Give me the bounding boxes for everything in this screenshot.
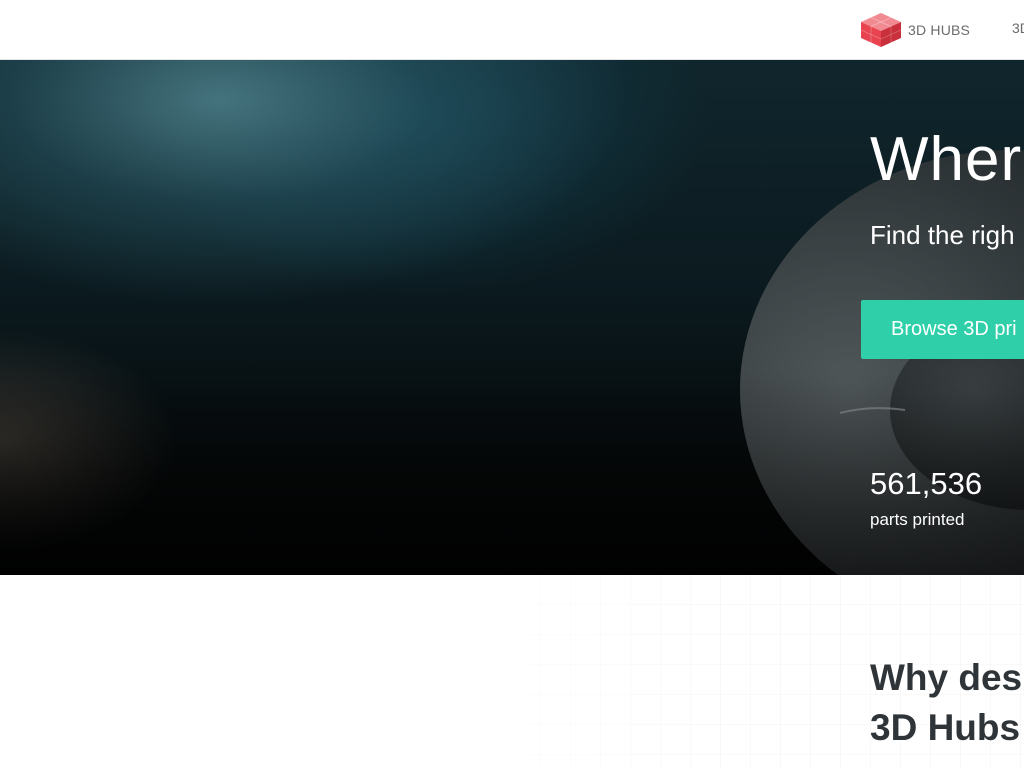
page: 3D HUBS 3D Wher Find the righ [0, 0, 1024, 768]
parts-printed-count: 561,536 [870, 466, 983, 501]
why-section-heading: Why des 3D Hubs [870, 653, 1022, 753]
why-heading-line-2: 3D Hubs [870, 707, 1021, 748]
browse-3d-printers-button[interactable]: Browse 3D pri [861, 300, 1024, 359]
logo-text: 3D HUBS [908, 22, 971, 38]
why-heading-line-1: Why des [870, 657, 1023, 698]
logo-link[interactable]: 3D HUBS [860, 12, 970, 48]
parts-printed-label: parts printed [870, 510, 965, 529]
top-nav: 3D HUBS 3D [0, 0, 1024, 60]
hero-subtitle: Find the righ [870, 220, 1015, 250]
nav-link-3d[interactable]: 3D [1012, 20, 1024, 36]
hero-banner: Wher Find the righ Browse 3D pri 561,536… [0, 60, 1024, 575]
hero-title: Wher [870, 125, 1023, 194]
hub-cube-icon [860, 12, 902, 48]
why-section: Why des 3D Hubs [0, 575, 1024, 768]
